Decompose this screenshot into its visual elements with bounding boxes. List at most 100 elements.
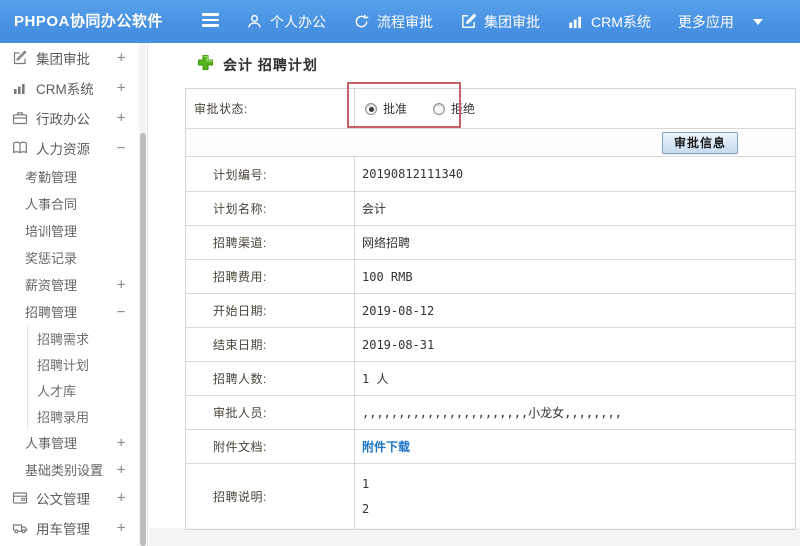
add-icon — [197, 54, 214, 76]
briefcase-icon — [12, 110, 28, 126]
nav-crm[interactable]: CRM系统 — [567, 12, 651, 32]
approval-info-button[interactable]: 审批信息 — [661, 131, 738, 154]
sidebar-item-recruit-hire[interactable]: 招聘录用 — [28, 403, 147, 429]
expand-icon[interactable]: + — [117, 513, 125, 543]
table-row: 招聘渠道: 网络招聘 — [186, 225, 795, 259]
collapse-icon[interactable]: − — [117, 133, 125, 163]
sidebar-item-admin-office[interactable]: 行政办公 + — [0, 103, 147, 133]
nav-label: CRM系统 — [591, 13, 651, 30]
attachment-download-link[interactable]: 附件下载 — [362, 438, 410, 455]
sidebar-item-training[interactable]: 培训管理 — [0, 217, 147, 244]
page-title-text: 会计 招聘计划 — [223, 57, 318, 73]
radio-reject-label: 拒绝 — [451, 102, 476, 116]
table-row: 附件文档: 附件下载 — [186, 429, 795, 463]
sidebar-item-recruit-mgmt[interactable]: 招聘管理 − — [0, 298, 147, 325]
expand-icon[interactable]: + — [117, 483, 125, 513]
table-row: 开始日期: 2019-08-12 — [186, 293, 795, 327]
user-icon — [246, 13, 263, 30]
sidebar-scrollbar[interactable] — [139, 43, 146, 546]
sidebar-item-label: 招聘录用 — [37, 409, 90, 425]
sidebar-item-crm[interactable]: CRM系统 + — [0, 73, 147, 103]
sidebar-item-label: 培训管理 — [25, 224, 78, 239]
approval-status-row: 审批状态: 批准 拒绝 — [186, 89, 795, 128]
expand-icon[interactable]: + — [117, 73, 125, 103]
sidebar-item-salary[interactable]: 薪资管理 + — [0, 271, 147, 298]
sidebar-item-recruit-plan[interactable]: 招聘计划 — [28, 351, 147, 377]
sidebar-item-hr-contract[interactable]: 人事合同 — [0, 190, 147, 217]
bar-chart-icon — [12, 80, 28, 96]
table-row: 招聘人数: 1 人 — [186, 361, 795, 395]
edit-square-icon — [460, 13, 477, 30]
field-label: 附件文档: — [186, 430, 355, 463]
sidebar-item-label: 人事管理 — [25, 436, 78, 451]
table-row: 计划编号: 20190812111340 — [186, 156, 795, 191]
edit-square-icon — [12, 50, 28, 66]
nav-group-approval[interactable]: 集团审批 — [460, 12, 540, 32]
field-value: 1 人 — [362, 372, 389, 386]
app-window: PHPOA协同办公软件 个人办公 流程审批 集团审批 CRM系统 更多应用 集团… — [0, 0, 800, 546]
sidebar-item-recruit-demand[interactable]: 招聘需求 — [28, 325, 147, 351]
sidebar-item-hr[interactable]: 人力资源 − — [0, 133, 147, 163]
content-panel: 会计 招聘计划 审批状态: 批准 拒绝 审批信息 计划编号: 201908121… — [149, 43, 800, 530]
sidebar-item-label: 基础类别设置 — [25, 463, 104, 478]
expand-icon[interactable]: + — [117, 43, 125, 73]
field-label: 招聘说明: — [186, 464, 355, 529]
sidebar-item-base-category[interactable]: 基础类别设置 + — [0, 456, 147, 483]
table-row: 计划名称: 会计 — [186, 191, 795, 225]
field-value: ,,,,,,,,,,,,,,,,,,,,,,,小龙女,,,,,,,, — [362, 406, 622, 420]
description-line: 1 — [362, 476, 370, 491]
field-label: 招聘人数: — [186, 362, 355, 395]
sidebar-item-label: 人事合同 — [25, 197, 78, 212]
nav-personal-office[interactable]: 个人办公 — [246, 12, 326, 32]
sidebar-item-label: 集团审批 — [36, 52, 90, 67]
sidebar-item-label: 考勤管理 — [25, 170, 78, 185]
expand-icon[interactable]: + — [117, 429, 125, 456]
top-navigation: 个人办公 流程审批 集团审批 CRM系统 更多应用 — [246, 0, 763, 43]
table-row: 审批人员: ,,,,,,,,,,,,,,,,,,,,,,,小龙女,,,,,,,, — [186, 395, 795, 429]
sidebar-item-document-mgmt[interactable]: 公文管理 + — [0, 483, 147, 513]
nav-more-apps[interactable]: 更多应用 — [678, 12, 763, 32]
description-line: 2 — [362, 501, 370, 516]
scrollbar-thumb[interactable] — [139, 133, 146, 546]
field-value: 会计 — [362, 202, 387, 216]
sidebar-item-group-approval[interactable]: 集团审批 + — [0, 43, 147, 73]
radio-reject[interactable] — [433, 102, 446, 115]
car-icon — [12, 520, 28, 536]
radio-approve-label: 批准 — [383, 102, 408, 116]
field-value: 2019-08-12 — [362, 303, 435, 318]
table-row: 招聘说明: 1 2 — [186, 463, 795, 529]
field-label: 审批状态: — [186, 89, 355, 128]
document-icon — [12, 490, 28, 506]
sidebar-item-label: 用车管理 — [36, 522, 90, 537]
sidebar-item-attendance[interactable]: 考勤管理 — [0, 163, 147, 190]
sidebar-item-label: 人力资源 — [36, 142, 90, 157]
menu-toggle-icon[interactable] — [202, 13, 219, 29]
caret-down-icon — [752, 18, 763, 25]
radio-approve[interactable] — [365, 102, 377, 115]
field-value: 20190812111340 — [362, 167, 464, 181]
nav-workflow-approval[interactable]: 流程审批 — [353, 12, 433, 32]
expand-icon[interactable]: + — [117, 456, 125, 483]
sidebar-item-talent-pool[interactable]: 人才库 — [28, 377, 147, 403]
recruit-submenu: 招聘需求 招聘计划 人才库 招聘录用 — [27, 325, 147, 429]
sidebar-item-personnel-mgmt[interactable]: 人事管理 + — [0, 429, 147, 456]
field-value: 1 2 — [355, 464, 795, 529]
table-row: 结束日期: 2019-08-31 — [186, 327, 795, 361]
sidebar-item-label: 行政办公 — [36, 112, 90, 127]
sidebar-item-rewards[interactable]: 奖惩记录 — [0, 244, 147, 271]
sidebar: 集团审批 + CRM系统 + 行政办公 + 人力资源 − 考勤管理 人事合同 培… — [0, 43, 148, 546]
sidebar-item-vehicle-mgmt[interactable]: 用车管理 + — [0, 513, 147, 543]
collapse-icon[interactable]: − — [117, 298, 125, 325]
field-label: 结束日期: — [186, 328, 355, 361]
nav-label: 更多应用 — [677, 13, 734, 30]
recruit-plan-form: 审批状态: 批准 拒绝 审批信息 计划编号: 20190812111340 计划… — [185, 88, 796, 530]
page-title: 会计 招聘计划 — [197, 54, 318, 76]
sidebar-item-label: 奖惩记录 — [25, 251, 78, 266]
sidebar-item-label: 公文管理 — [36, 492, 90, 507]
expand-icon[interactable]: + — [117, 103, 125, 133]
field-label: 招聘费用: — [186, 260, 355, 293]
expand-icon[interactable]: + — [117, 271, 125, 298]
sidebar-item-label: 招聘需求 — [37, 331, 90, 347]
book-icon — [12, 140, 28, 156]
sidebar-item-label: 薪资管理 — [25, 278, 78, 293]
